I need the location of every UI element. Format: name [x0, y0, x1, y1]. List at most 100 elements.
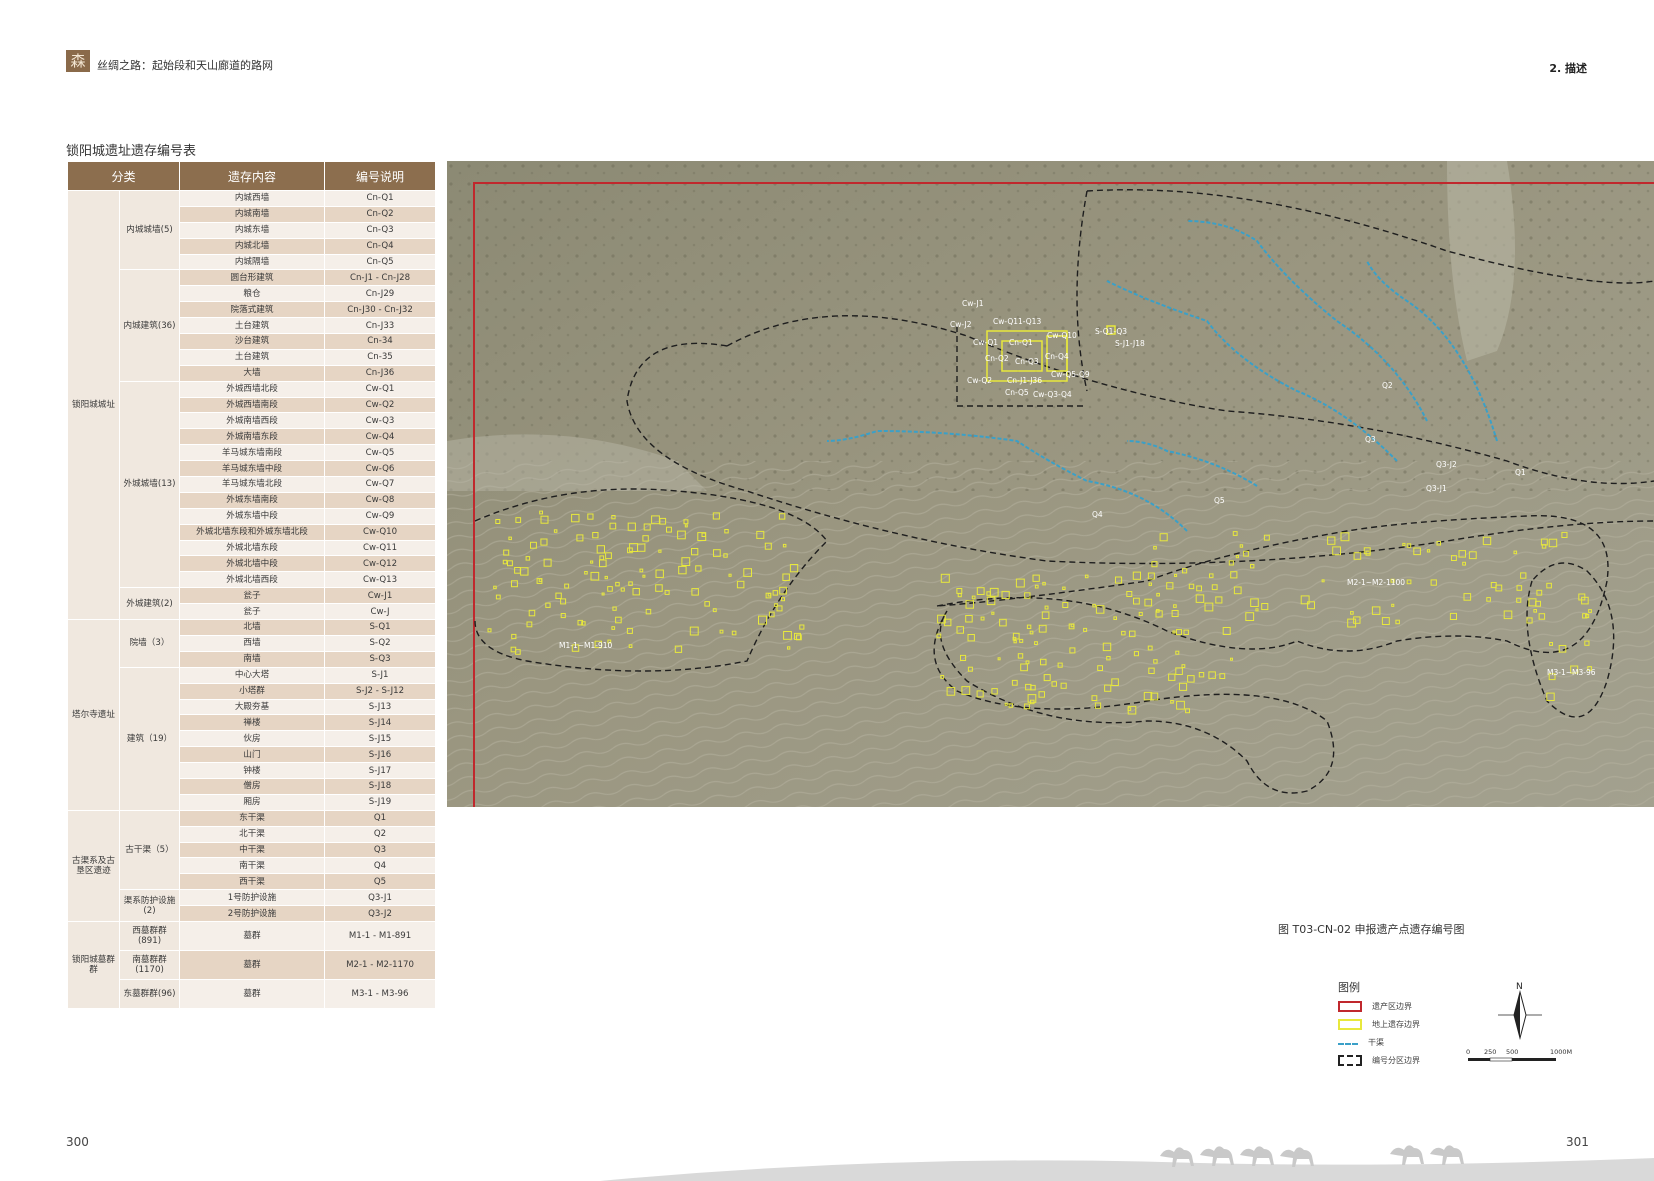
table-row: 古渠系及古垦区遗迹 古干渠（5） 东干渠 Q1	[67, 809, 437, 922]
content-cell: 北干渠	[179, 825, 326, 843]
code-cell: Q2	[324, 825, 437, 843]
remains-numbering-table: 分类 遗存内容 编号说明 锁阳城城址 内城城墙(5) 内城西墙 Cn-Q1 内城南墙 Cn…	[66, 161, 437, 1009]
table-title: 锁阳城遗址遗存编号表	[66, 144, 197, 159]
label-q3-j1: Q3-J1	[1426, 484, 1447, 493]
section-label: 2. 描述	[1549, 62, 1587, 75]
code-cell: Cw-Q4	[324, 428, 437, 446]
code-cell: Cw-Q3	[324, 412, 437, 430]
content-cell: 山门	[179, 746, 326, 764]
content-cell: 1号防护设施	[179, 889, 326, 907]
code-cell: S-J13	[324, 698, 437, 716]
code-cell: Cw-Q11	[324, 539, 437, 557]
code-cell: Cw-Q12	[324, 555, 437, 573]
table-row: 南墓群群(1170) 墓群 M2-1 - M2-1170	[68, 949, 437, 980]
legend-label: 编号分区边界	[1372, 1055, 1420, 1065]
satellite-map: Cw-J1 Cw-J2 Cw-Q11-Q13 Cw-Q1 Cn-Q1 Cw-Q1…	[447, 161, 1654, 807]
label-cw-q3-q4: Cw-Q3-Q4	[1033, 390, 1072, 399]
code-cell: Cn-34	[324, 333, 437, 350]
content-cell: 外城东墙中段	[179, 507, 326, 525]
content-cell: 西墙	[179, 634, 326, 652]
code-cell: M1-1 - M1-891	[324, 920, 437, 951]
code-cell: Cn-J29	[324, 285, 437, 303]
label-q1: Q1	[1515, 468, 1526, 477]
content-cell: 中干渠	[179, 841, 326, 859]
label-s-q1-q3: S-Q1-Q3	[1095, 327, 1127, 336]
subcategory-cell: 南墓群群(1170)	[118, 949, 181, 980]
content-cell: 南干渠	[179, 857, 326, 875]
content-cell: 外城北墙西段	[179, 571, 326, 589]
content-cell: 土台建筑	[179, 317, 326, 335]
content-cell: 大墙	[179, 364, 326, 382]
table-row: 东墓群群(96) 墓群 M3-1 - M3-96	[68, 978, 437, 1009]
code-cell: S-J1	[324, 666, 437, 684]
table-row: 外城建筑(2) 瓮子 Cw-J1	[68, 587, 437, 621]
content-cell: 南墙	[179, 650, 326, 668]
code-cell: S-Q2	[324, 634, 437, 652]
legend-label: 干渠	[1368, 1037, 1384, 1047]
content-cell: 沙台建筑	[179, 333, 326, 350]
legend-title: 图例	[1338, 981, 1360, 994]
label-s-j1-j18: S-J1-J18	[1115, 339, 1145, 348]
desert-caravan-decoration	[600, 1145, 1654, 1181]
code-cell: S-J14	[324, 714, 437, 732]
scale-bar: 0 250 500 1000M	[1466, 1048, 1572, 1062]
map-svg: Cw-J1 Cw-J2 Cw-Q11-Q13 Cw-Q1 Cn-Q1 Cw-Q1…	[447, 161, 1654, 807]
content-cell: 外城南墙东段	[179, 428, 326, 446]
label-cn-q5: Cn-Q5	[1005, 388, 1029, 397]
table-body: 锁阳城城址 内城城墙(5) 内城西墙 Cn-Q1 内城南墙 Cn-Q2 内城东墙 Cn-Q3 内…	[67, 189, 437, 1009]
label-q2: Q2	[1382, 381, 1393, 390]
scale-tick-0: 0	[1466, 1048, 1470, 1056]
subcategory-cell: 院墙（3）	[118, 619, 181, 668]
code-cell: Cn-35	[324, 348, 437, 366]
header-content: 遗存内容	[179, 161, 326, 191]
legend-item-surface-remains: 地上遗存边界	[1338, 1018, 1420, 1030]
label-q3: Q3	[1365, 435, 1376, 444]
content-cell: 内城北墙	[179, 237, 326, 255]
code-cell: Q3-J2	[324, 905, 437, 922]
legend-item-zone-boundary: 编号分区边界	[1338, 1054, 1420, 1066]
header-category: 分类	[66, 161, 181, 191]
content-cell: 内城西墙	[179, 190, 326, 207]
label-cw-j2: Cw-J2	[950, 320, 972, 329]
code-cell: S-Q1	[324, 619, 437, 636]
north-arrow-icon: N	[1498, 982, 1542, 1040]
label-m3: M3-1~M3-96	[1547, 668, 1596, 677]
code-cell: Cn-J1 - Cn-J28	[324, 269, 437, 287]
content-cell: 小塔群	[179, 682, 326, 700]
content-cell: 院落式建筑	[179, 301, 326, 319]
code-cell: Cn-Q5	[324, 253, 437, 271]
code-cell: Cw-Q7	[324, 476, 437, 493]
label-q5: Q5	[1214, 496, 1225, 505]
content-cell: 厢房	[179, 793, 326, 811]
content-cell: 外城北墙中段	[179, 555, 326, 573]
subcategory-cell: 东墓群群(96)	[118, 978, 181, 1009]
label-cn-q2: Cn-Q2	[985, 354, 1009, 363]
content-cell: 禅楼	[179, 714, 326, 732]
code-cell: Cw-Q13	[324, 571, 437, 589]
label-cn-j1-j36: Cn-J1-J36	[1007, 376, 1042, 385]
subcategory-cell: 外城建筑(2)	[118, 587, 181, 621]
table-row: 建筑（19） 中心大塔 S-J1	[68, 666, 437, 811]
content-cell: 伙房	[179, 730, 326, 748]
code-cell: S-J2 - S-J12	[324, 682, 437, 700]
content-cell: 2号防护设施	[179, 905, 326, 922]
label-q4: Q4	[1092, 510, 1103, 519]
table-row: 外城城墙(13) 外城西墙北段 Cw-Q1	[68, 380, 437, 589]
content-cell: 西干渠	[179, 873, 326, 891]
content-cell: 外城北墙东段和外城东墙北段	[179, 523, 326, 541]
header-code: 编号说明	[324, 161, 437, 191]
code-cell: S-J15	[324, 730, 437, 748]
content-cell: 墓群	[179, 920, 326, 951]
label-m1: M1-1~M1-910	[559, 641, 612, 650]
code-cell: S-J17	[324, 762, 437, 779]
table-row: 锁阳城城址 内城城墙(5) 内城西墙 Cn-Q1	[67, 189, 437, 621]
code-cell: Cn-J33	[324, 317, 437, 335]
scale-tick-250: 250	[1484, 1048, 1496, 1056]
label-m2: M2-1~M2-1100	[1347, 578, 1405, 587]
label-cw-q1: Cw-Q1	[973, 338, 998, 347]
content-cell: 外城西墙南段	[179, 396, 326, 414]
north-label: N	[1516, 982, 1523, 992]
content-cell: 中心大塔	[179, 666, 326, 684]
content-cell: 圆台形建筑	[179, 269, 326, 287]
legend-swatch	[1338, 1000, 1362, 1012]
